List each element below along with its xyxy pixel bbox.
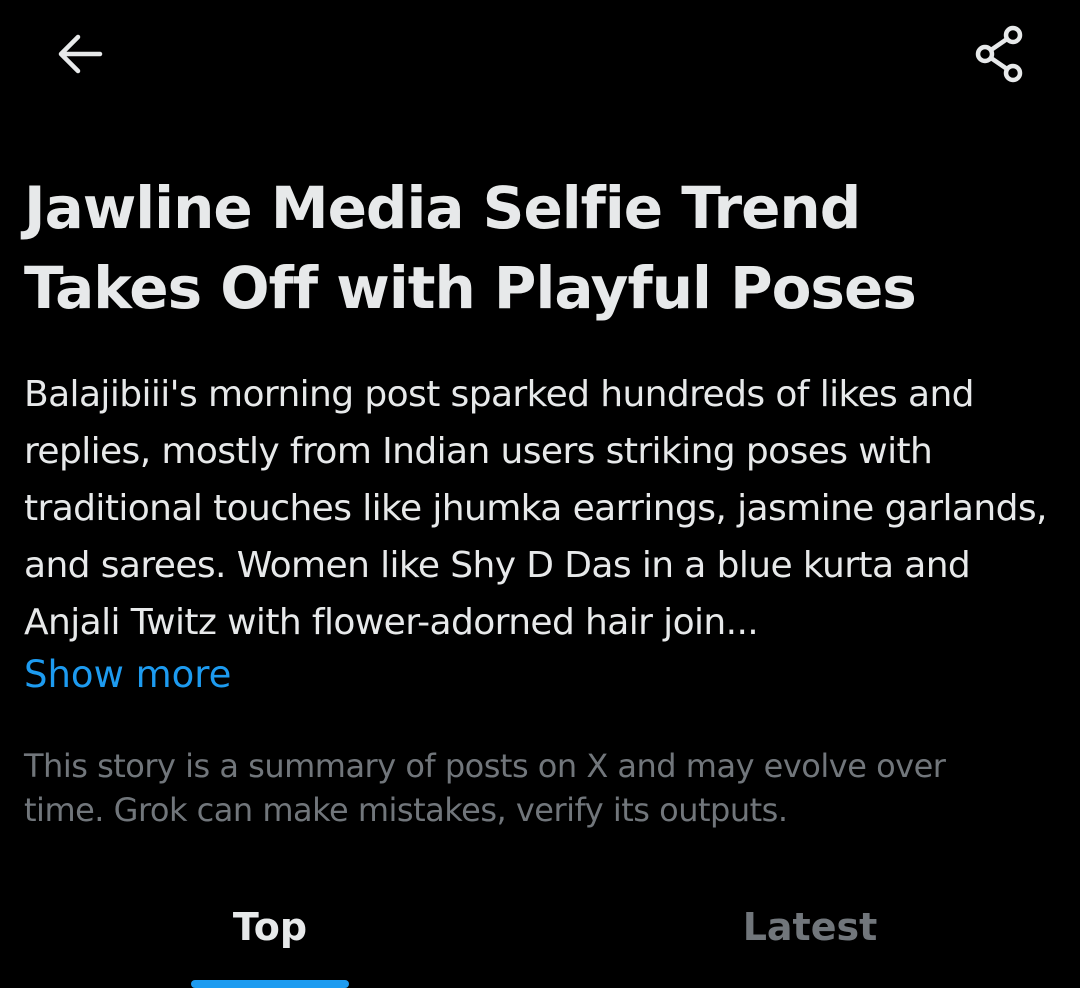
show-more-link[interactable]: Show more: [24, 650, 231, 700]
story-disclaimer: This story is a summary of posts on X an…: [24, 747, 946, 829]
top-bar: [0, 0, 1080, 110]
feed-tabs: Top Latest: [0, 880, 1080, 988]
arrow-left-icon: [58, 34, 103, 74]
active-tab-indicator: [191, 980, 349, 988]
story-title: Jawline Media Selfie Trend Takes Off wit…: [24, 174, 917, 322]
share-icon: [975, 25, 1023, 83]
share-button[interactable]: [960, 14, 1040, 94]
back-button[interactable]: [40, 14, 120, 94]
tab-top[interactable]: Top: [0, 880, 540, 984]
tab-latest[interactable]: Latest: [540, 880, 1080, 984]
tab-latest-label: Latest: [742, 905, 878, 949]
tab-top-label: Top: [232, 905, 308, 949]
story-summary: Balajibiii's morning post sparked hundre…: [24, 374, 1047, 643]
